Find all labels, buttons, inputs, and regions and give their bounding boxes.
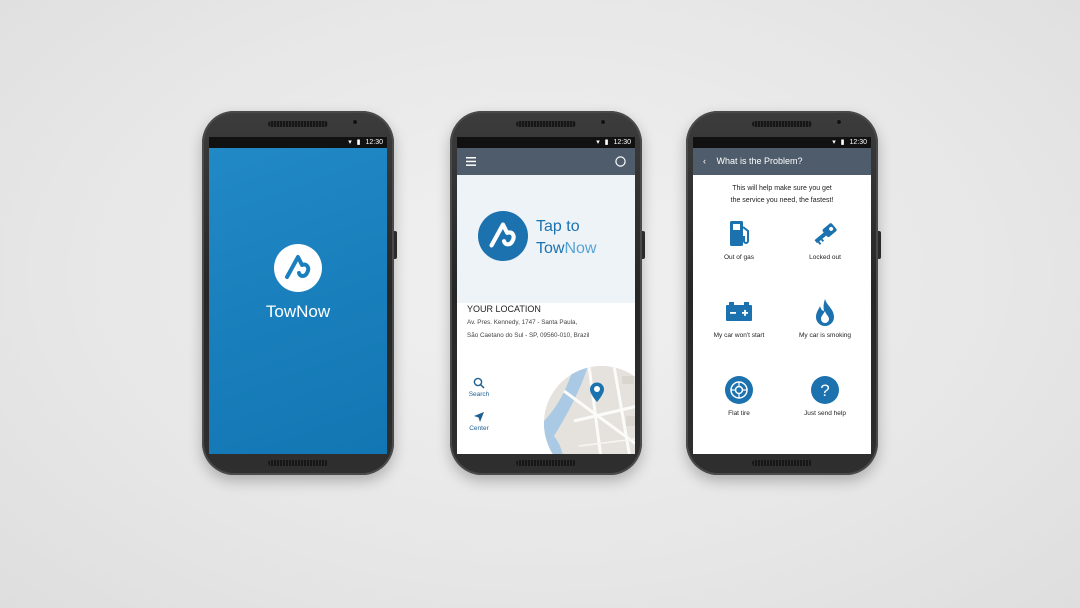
option-locked-out[interactable]: Locked out bbox=[783, 219, 867, 261]
tap-to-townow-button[interactable]: Tap to TowNow bbox=[457, 175, 635, 303]
app-bar bbox=[457, 148, 635, 175]
option-flat-tire[interactable]: Flat tire bbox=[697, 375, 781, 417]
option-car-smoking[interactable]: My car is smoking bbox=[783, 297, 867, 339]
hero-line2-now: Now bbox=[564, 240, 597, 257]
status-time: 12:30 bbox=[365, 139, 383, 146]
tire-icon bbox=[725, 376, 753, 404]
address-line-2: São Caetano do Sul - SP, 09560-010, Braz… bbox=[467, 332, 590, 339]
splash-background: TowNow bbox=[209, 148, 387, 454]
bottom-speaker bbox=[516, 460, 576, 466]
tow-hook-logo-icon bbox=[478, 211, 528, 261]
option-label: Flat tire bbox=[728, 410, 750, 417]
hero-line1: Tap to bbox=[536, 218, 580, 235]
option-label: Out of gas bbox=[724, 254, 754, 261]
flame-icon bbox=[816, 299, 834, 326]
status-time: 12:30 bbox=[849, 139, 867, 146]
svg-text:?: ? bbox=[820, 381, 829, 400]
option-just-send-help[interactable]: ? Just send help bbox=[783, 375, 867, 417]
problem-screen: ▾ ▮ 12:30 ‹ What is the Problem? This wi… bbox=[693, 137, 871, 454]
option-label: Locked out bbox=[809, 254, 841, 261]
battery-status-icon: ▮ bbox=[604, 139, 609, 146]
tow-hook-logo-icon bbox=[274, 244, 322, 292]
option-car-wont-start[interactable]: My car won't start bbox=[697, 297, 781, 339]
key-icon bbox=[814, 223, 837, 245]
home-screen: ▾ ▮ 12:30 Tap to TowNow YOUR LOCATION Av… bbox=[457, 137, 635, 454]
app-bar: ‹ What is the Problem? bbox=[693, 148, 871, 175]
hero-line2: TowNow bbox=[536, 238, 596, 260]
app-name: TowNow bbox=[265, 302, 331, 321]
wifi-icon: ▾ bbox=[832, 139, 836, 146]
side-button bbox=[394, 231, 397, 259]
battery-icon bbox=[726, 302, 752, 321]
hero-line2-tow: Tow bbox=[536, 240, 565, 257]
search-label: Search bbox=[468, 391, 490, 398]
front-camera bbox=[352, 119, 358, 125]
bottom-speaker bbox=[268, 460, 328, 466]
navigation-arrow-icon bbox=[474, 412, 484, 422]
battery-status-icon: ▮ bbox=[840, 139, 845, 146]
problem-subtitle: This will help make sure you get the ser… bbox=[693, 183, 871, 207]
back-arrow-icon[interactable]: ‹ bbox=[703, 156, 706, 166]
top-speaker bbox=[268, 121, 328, 127]
option-label: My car won't start bbox=[713, 332, 765, 339]
option-label: Just send help bbox=[804, 410, 846, 417]
status-bar: ▾ ▮ 12:30 bbox=[693, 137, 871, 148]
front-camera bbox=[600, 119, 606, 125]
side-button bbox=[642, 231, 645, 259]
front-camera bbox=[836, 119, 842, 125]
wifi-icon: ▾ bbox=[348, 139, 352, 146]
compass-icon[interactable] bbox=[615, 156, 626, 167]
search-icon bbox=[473, 377, 485, 389]
splash-screen: ▾ ▮ 12:30 TowNow bbox=[209, 137, 387, 454]
map-preview[interactable] bbox=[544, 366, 635, 454]
location-title: YOUR LOCATION bbox=[467, 304, 541, 314]
subtitle-line-1: This will help make sure you get bbox=[732, 185, 832, 192]
question-icon: ? bbox=[811, 376, 839, 404]
status-bar: ▾ ▮ 12:30 bbox=[457, 137, 635, 148]
hamburger-icon[interactable] bbox=[466, 157, 476, 166]
status-bar: ▾ ▮ 12:30 bbox=[209, 137, 387, 148]
subtitle-line-2: the service you need, the fastest! bbox=[730, 197, 834, 204]
top-speaker bbox=[752, 121, 812, 127]
side-button bbox=[878, 231, 881, 259]
top-speaker bbox=[516, 121, 576, 127]
wifi-icon: ▾ bbox=[596, 139, 600, 146]
screen-title: What is the Problem? bbox=[716, 156, 803, 166]
search-button[interactable]: Search bbox=[465, 377, 493, 398]
location-pin-icon bbox=[589, 382, 605, 402]
center-button[interactable]: Center bbox=[465, 411, 493, 432]
status-time: 12:30 bbox=[613, 139, 631, 146]
address-line-1: Av. Pres. Kennedy, 1747 - Santa Paula, bbox=[467, 319, 578, 326]
phone-splash: ▾ ▮ 12:30 TowNow bbox=[202, 111, 397, 475]
option-label: My car is smoking bbox=[798, 332, 851, 339]
battery-status-icon: ▮ bbox=[356, 139, 361, 146]
hero-text: Tap to TowNow bbox=[536, 216, 596, 260]
phone-home: ▾ ▮ 12:30 Tap to TowNow YOUR LOCATION Av… bbox=[450, 111, 645, 475]
center-label: Center bbox=[469, 425, 489, 432]
bottom-speaker bbox=[752, 460, 812, 466]
fuel-pump-icon bbox=[730, 221, 749, 246]
phone-problem: ▾ ▮ 12:30 ‹ What is the Problem? This wi… bbox=[686, 111, 881, 475]
option-out-of-gas[interactable]: Out of gas bbox=[697, 219, 781, 261]
